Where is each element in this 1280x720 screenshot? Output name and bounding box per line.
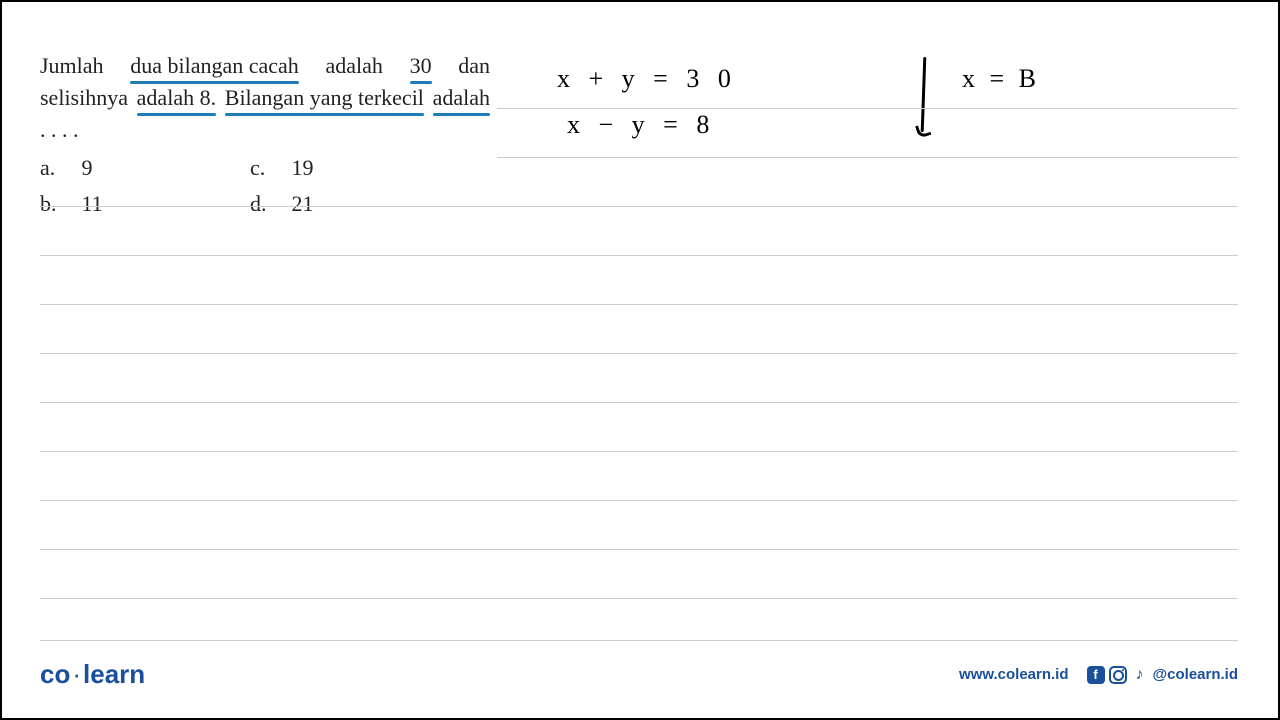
option-label: c. xyxy=(250,152,278,184)
social-handle[interactable]: @colearn.id xyxy=(1153,666,1238,683)
q-text: . . . . xyxy=(40,117,79,142)
facebook-icon[interactable]: f xyxy=(1087,666,1105,684)
question-block: Jumlah dua bilangan cacah adalah 30 dan … xyxy=(40,50,490,219)
worksheet-area: Jumlah dua bilangan cacah adalah 30 dan … xyxy=(2,2,1278,718)
footer: co·learn www.colearn.id f ♪ @colearn.id xyxy=(40,659,1238,690)
q-text: dan xyxy=(432,53,490,78)
logo-dot-icon: · xyxy=(72,659,81,689)
handwritten-equation-1: x + y = 3 0 xyxy=(557,64,737,94)
option-value: 9 xyxy=(82,152,93,184)
q-text: selisihnya xyxy=(40,85,137,110)
social-icons: f ♪ @colearn.id xyxy=(1087,666,1238,684)
option-label: d. xyxy=(250,188,278,220)
option-label: a. xyxy=(40,152,68,184)
option-a[interactable]: a. 9 xyxy=(40,152,250,184)
option-b[interactable]: b. 11 xyxy=(40,188,250,220)
options-grid: a. 9 c. 19 b. 11 d. 21 xyxy=(40,152,490,220)
logo-part-co: co xyxy=(40,659,70,689)
q-underline-num: 30 xyxy=(410,50,432,82)
footer-right: www.colearn.id f ♪ @colearn.id xyxy=(959,666,1238,684)
option-label: b. xyxy=(40,188,68,220)
q-text xyxy=(216,85,225,110)
q-underline-1: dua bilangan cacah xyxy=(130,50,299,82)
brand-logo: co·learn xyxy=(40,659,145,690)
q-underline-3: Bilangan yang terkecil xyxy=(225,82,424,114)
option-value: 21 xyxy=(292,188,314,220)
tiktok-icon[interactable]: ♪ xyxy=(1131,666,1149,684)
q-text: adalah xyxy=(299,53,410,78)
option-value: 19 xyxy=(292,152,314,184)
handwritten-divider xyxy=(921,57,927,132)
logo-part-learn: learn xyxy=(83,659,145,689)
option-c[interactable]: c. 19 xyxy=(250,152,460,184)
question-text: Jumlah dua bilangan cacah adalah 30 dan … xyxy=(40,50,490,146)
option-d[interactable]: d. 21 xyxy=(250,188,460,220)
handwritten-equation-3: x = B xyxy=(962,64,1040,94)
handwritten-equation-2: x − y = 8 xyxy=(567,110,715,140)
instagram-icon[interactable] xyxy=(1109,666,1127,684)
q-underline-4: adalah xyxy=(433,82,490,114)
q-text: Jumlah xyxy=(40,53,130,78)
website-link[interactable]: www.colearn.id xyxy=(959,666,1068,683)
q-underline-2: adalah 8. xyxy=(137,82,216,114)
option-value: 11 xyxy=(82,188,103,220)
